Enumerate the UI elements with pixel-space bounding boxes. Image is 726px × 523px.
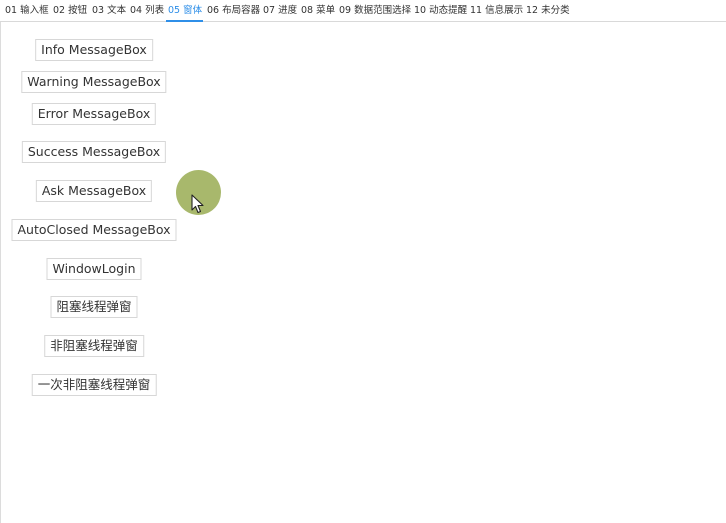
blocking-thread-popup-button[interactable]: 阻塞线程弹窗 — [50, 296, 138, 318]
single-non-blocking-thread-popup-button[interactable]: 一次非阻塞线程弹窗 — [31, 374, 157, 396]
tab-06-layout-container[interactable]: 06 布局容器 — [207, 4, 260, 18]
success-messagebox-button[interactable]: Success MessageBox — [21, 141, 167, 163]
window-login-button[interactable]: WindowLogin — [46, 258, 142, 280]
mouse-pointer-icon — [191, 194, 204, 214]
warning-messagebox-button[interactable]: Warning MessageBox — [21, 71, 167, 93]
tab-01-input[interactable]: 01 输入框 — [5, 4, 49, 18]
tab-03-text[interactable]: 03 文本 — [92, 4, 126, 18]
error-messagebox-button[interactable]: Error MessageBox — [31, 103, 157, 125]
non-blocking-thread-popup-button[interactable]: 非阻塞线程弹窗 — [44, 335, 144, 357]
tab-07-progress[interactable]: 07 进度 — [263, 4, 297, 18]
autoclosed-messagebox-button[interactable]: AutoClosed MessageBox — [11, 219, 177, 241]
tab-11-info-display[interactable]: 11 信息展示 — [470, 4, 523, 18]
tab-10-dynamic-alert[interactable]: 10 动态提醒 — [414, 4, 467, 18]
tab-02-button[interactable]: 02 按钮 — [53, 4, 87, 18]
tab-09-range-select[interactable]: 09 数据范围选择 — [339, 4, 411, 18]
mouse-cursor — [176, 170, 222, 216]
tab-bar: 01 输入框 02 按钮 03 文本 04 列表 05 窗体 06 布局容器 0… — [0, 0, 726, 22]
tab-12-uncategorized[interactable]: 12 未分类 — [526, 4, 570, 18]
tab-08-menu[interactable]: 08 菜单 — [301, 4, 335, 18]
window-demo-panel: Info MessageBox Warning MessageBox Error… — [0, 22, 726, 523]
tab-04-list[interactable]: 04 列表 — [130, 4, 164, 18]
ask-messagebox-button[interactable]: Ask MessageBox — [35, 180, 153, 202]
info-messagebox-button[interactable]: Info MessageBox — [35, 39, 153, 61]
tab-05-window[interactable]: 05 窗体 — [168, 4, 202, 18]
